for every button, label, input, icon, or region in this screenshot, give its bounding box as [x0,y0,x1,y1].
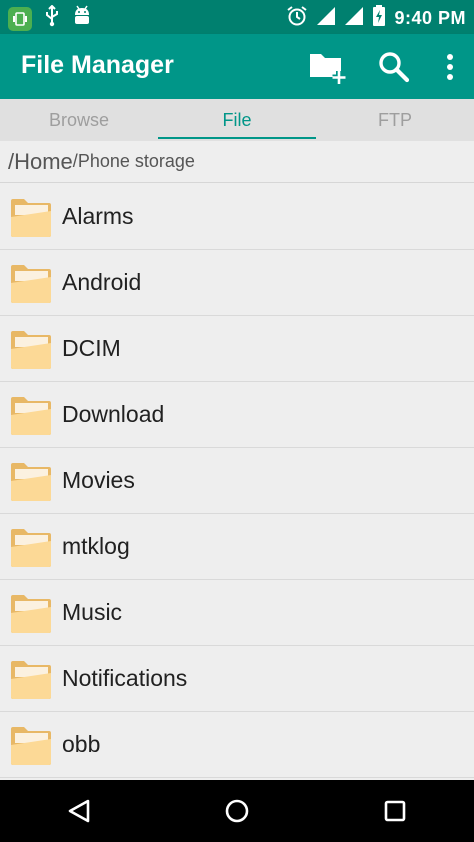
file-name: obb [62,731,101,757]
folder-icon [11,726,51,765]
folder-icon [11,396,51,435]
app-title: File Manager [21,51,174,79]
recents-square-icon [384,800,406,822]
tab-browse[interactable]: Browse [0,99,158,141]
search-icon [379,52,410,83]
home-circle-icon [225,799,249,823]
file-name: Music [62,599,123,625]
status-bar: 9:40 PM [0,0,474,34]
new-folder-icon [310,54,346,84]
breadcrumb-current[interactable]: Phone storage [78,151,195,172]
android-debug-icon [72,5,92,32]
file-name: Movies [62,467,135,493]
file-list: Alarms Android DCIM Download Movies mtkl… [0,184,474,780]
new-folder-button[interactable] [308,48,348,86]
folder-icon [11,198,51,237]
file-name: mtklog [62,533,130,559]
battery-charging-icon [372,5,386,32]
more-vert-icon [447,54,453,80]
file-row-movies[interactable]: Movies [0,448,474,514]
file-name: Download [62,401,165,427]
appbar-actions [308,48,460,86]
search-button[interactable] [374,48,414,86]
file-row-mtklog[interactable]: mtklog [0,514,474,580]
signal-icon [344,6,364,31]
folder-icon [11,462,51,501]
time-value: 9:40 [394,8,433,28]
file-row-download[interactable]: Download [0,382,474,448]
breadcrumb-home[interactable]: /Home [8,149,73,175]
recents-button[interactable] [365,786,425,836]
usb-icon [44,4,60,32]
file-row-music[interactable]: Music [0,580,474,646]
folder-icon [11,264,51,303]
file-row-obb[interactable]: obb [0,712,474,778]
status-right-icons: 9:40 PM [286,5,466,32]
time-ampm: PM [438,8,466,28]
file-name: DCIM [62,335,121,361]
file-name: Android [62,269,142,295]
home-button[interactable] [207,786,267,836]
folder-icon [11,660,51,699]
app-bar: File Manager [0,34,474,99]
file-row-dcim[interactable]: DCIM [0,316,474,382]
more-options-button[interactable] [440,48,460,86]
file-row-android[interactable]: Android [0,250,474,316]
tab-ftp[interactable]: FTP [316,99,474,141]
status-time: 9:40 PM [394,8,466,29]
screen-mirror-icon [8,6,32,31]
folder-icon [11,528,51,567]
back-button[interactable] [49,786,109,836]
status-left-icons [8,4,92,32]
file-row-alarms[interactable]: Alarms [0,184,474,250]
folder-icon [11,594,51,633]
alarm-icon [286,5,308,32]
folder-icon [11,330,51,369]
file-name: Alarms [62,203,134,229]
navigation-bar [0,780,474,842]
breadcrumb: /Home / Phone storage [0,141,474,183]
file-row-notifications[interactable]: Notifications [0,646,474,712]
back-triangle-icon [68,799,90,823]
signal-icon [316,6,336,31]
tab-file[interactable]: File [158,99,316,141]
tab-bar: Browse File FTP [0,99,474,141]
file-name: Notifications [62,665,188,691]
